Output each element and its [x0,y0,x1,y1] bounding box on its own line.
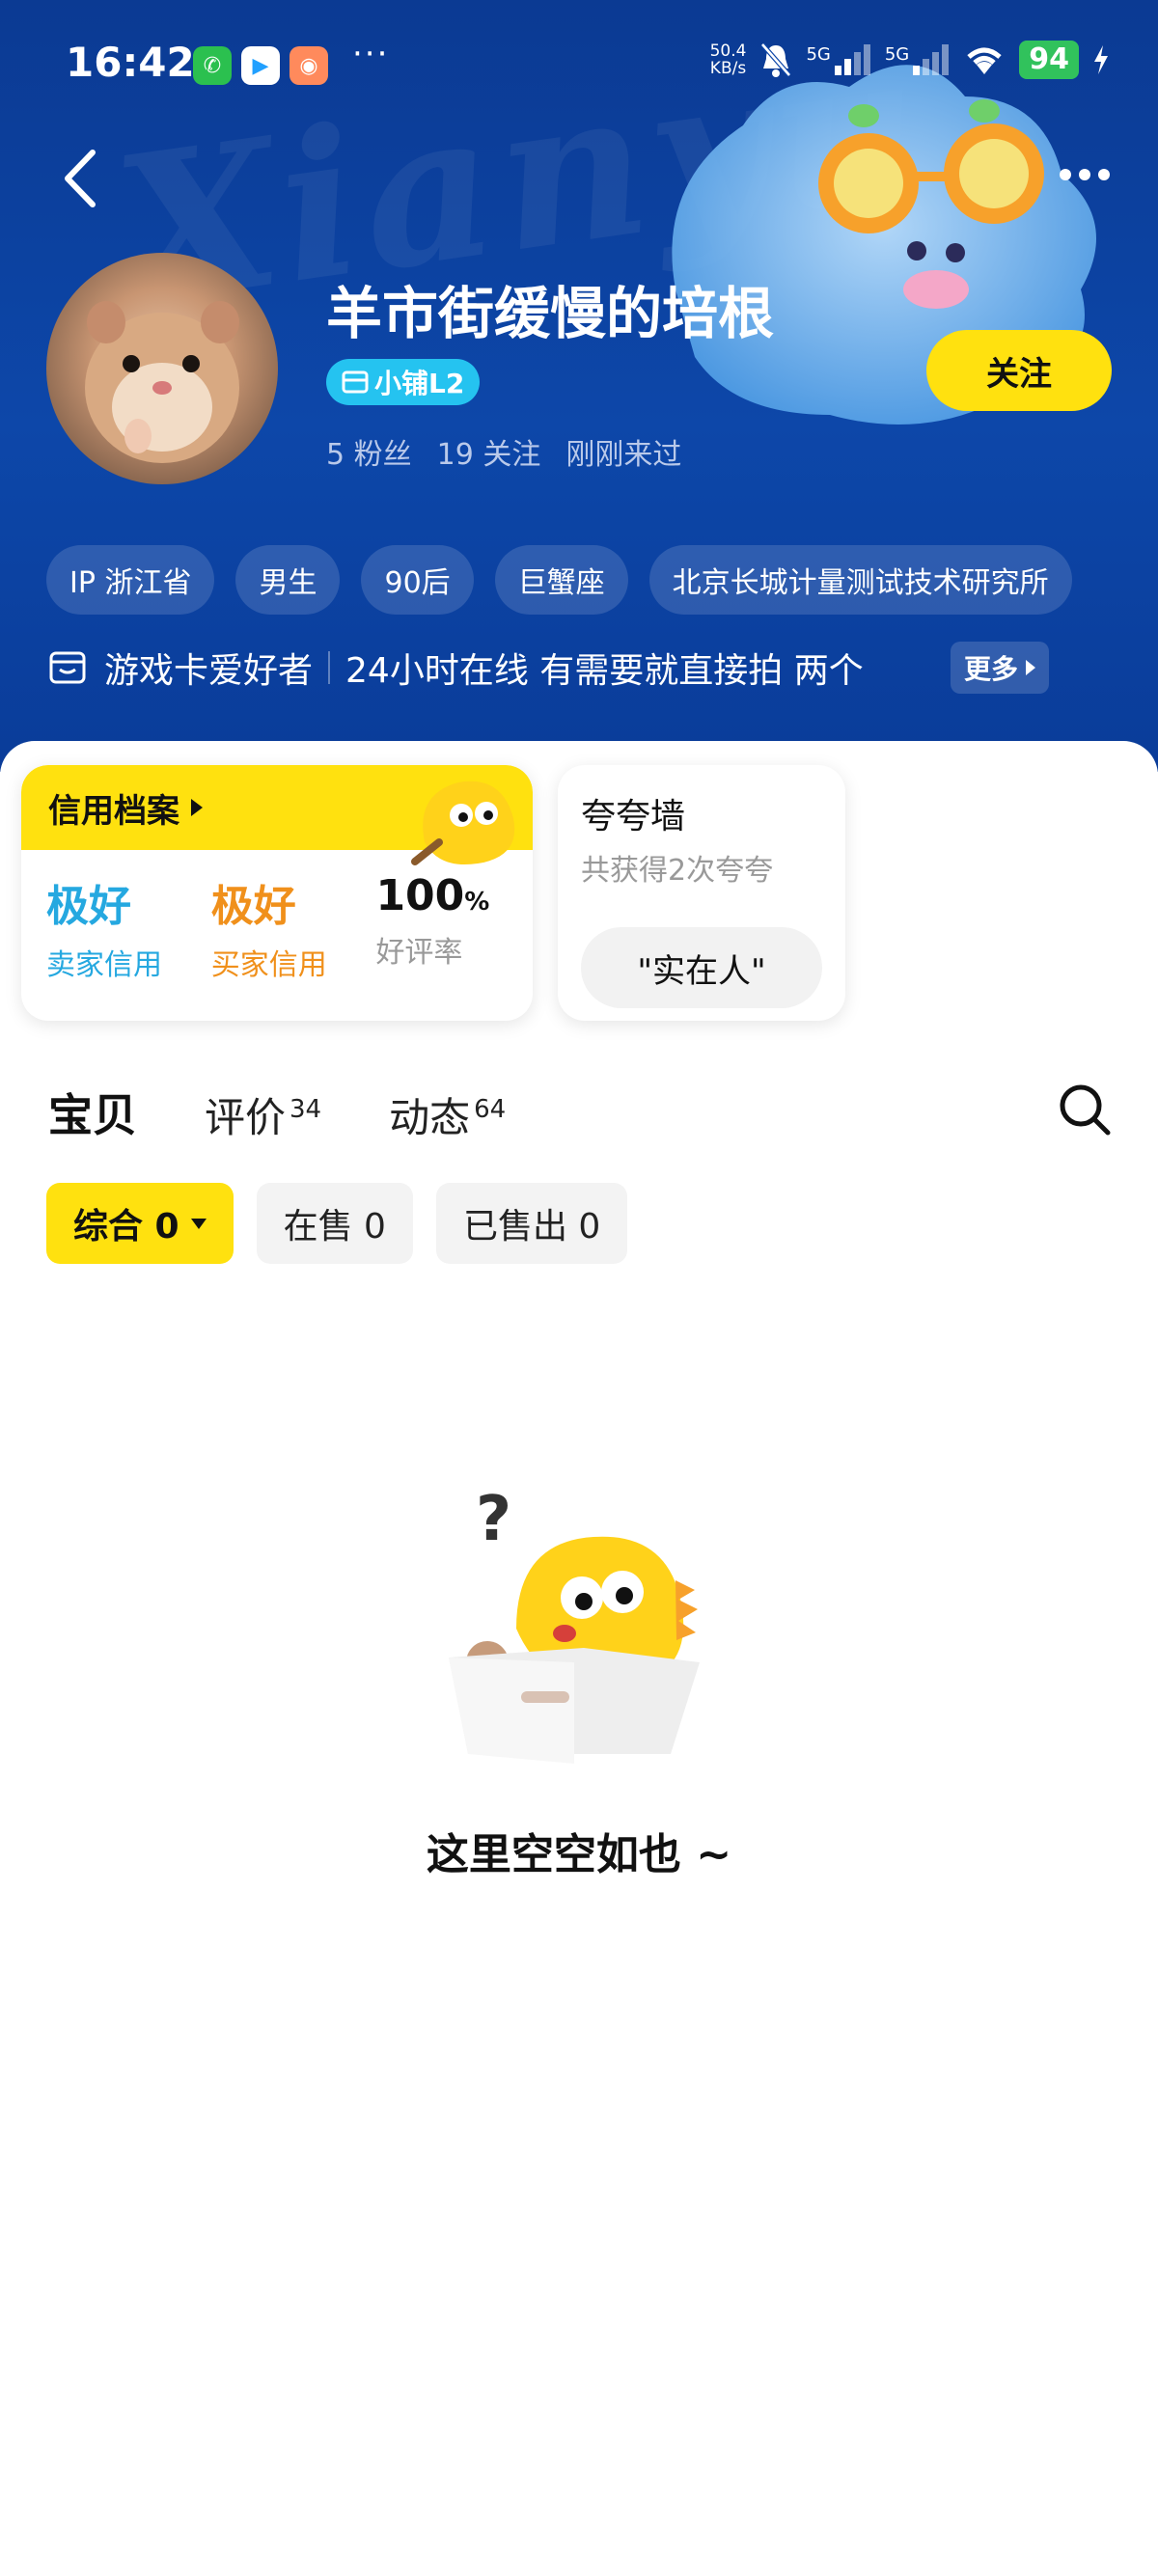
mascot-icon [411,781,515,865]
signal-bars-icon [834,44,870,75]
username: 羊市街缓慢的培根 [326,281,775,346]
wifi-icon [967,47,1002,74]
filter-all[interactable]: 综合 0 [46,1183,234,1264]
tag-generation: 90后 [361,545,474,615]
more-options-icon[interactable] [1060,169,1110,180]
seller-credit-label: 卖家信用 [46,948,162,982]
positive-rate-unit: % [464,888,490,917]
hamster-avatar-image [85,301,239,463]
profile-header: Xianyu 16:42 ✆ ▶ ◉ ··· 50.4 KB/s 5G 5G 9… [0,0,1158,772]
praise-wall-card[interactable]: 夸夸墙 共获得2次夸夸 "实在人" [558,765,845,1021]
praise-chip[interactable]: "实在人" [581,927,822,1008]
tab-reviews[interactable]: 评价 34 [205,1085,321,1144]
buyer-credit-label: 买家信用 [210,948,327,982]
notification-icons: ✆ ▶ ◉ [193,46,328,85]
back-icon[interactable] [56,145,104,212]
buyer-credit: 极好 买家信用 [211,871,376,983]
positive-rate-number: 100 [375,871,465,920]
tag-organization: 北京长城计量测试技术研究所 [648,545,1072,615]
svg-text:?: ? [476,1484,511,1555]
follow-button[interactable]: 关注 [926,330,1112,411]
shop-icon [342,370,369,394]
positive-rate-label: 好评率 [375,936,463,970]
battery-level: 94 [1019,41,1079,79]
praise-title: 夸夸墙 [581,797,686,836]
signal-1-label: 5G [806,44,831,65]
empty-box-illustration: ? [449,1484,700,1764]
mute-bell-icon [760,42,792,77]
tag-zodiac: 巨蟹座 [494,545,628,615]
game-center-icon: ◉ [290,46,328,85]
tab-items[interactable]: 宝贝 [48,1081,137,1144]
storefront-icon [49,651,86,684]
filter-sold[interactable]: 已售出 0 [435,1183,628,1264]
credit-title: 信用档案 [48,791,179,831]
empty-state-text: 这里空空如也 ~ [426,1830,732,1879]
positive-rate-value: 100% [375,871,508,920]
bio-more-label: 更多 [964,653,1019,685]
filter-on-sale[interactable]: 在售 0 [256,1183,413,1264]
status-bar: 16:42 ✆ ▶ ◉ ··· 50.4 KB/s 5G 5G 94 [0,0,1158,125]
content-tabs: 宝贝 评价 34 动态 64 [48,1081,506,1144]
signal-2: 5G [885,44,950,75]
tab-moments-count: 64 [474,1095,507,1124]
positive-rate: 100% 好评率 [375,871,508,983]
profile-tags: IP 浙江省 男生 90后 巨蟹座 北京长城计量测试技术研究所 [46,545,1072,615]
profile-stats: 5 粉丝 19 关注 刚刚来过 [326,430,681,473]
praise-subtitle: 共获得2次夸夸 [581,854,774,888]
tag-ip-location: IP 浙江省 [46,545,215,615]
chevron-down-icon [190,1218,207,1229]
tab-items-label: 宝贝 [48,1089,137,1141]
status-right: 50.4 KB/s 5G 5G 94 [710,41,1110,79]
tab-reviews-count: 34 [290,1095,322,1124]
net-speed-unit: KB/s [709,59,747,78]
caret-right-icon [1026,660,1036,675]
caret-right-icon [191,799,203,816]
bio-divider [328,651,331,684]
signal-2-label: 5G [884,44,910,65]
wechat-icon: ✆ [193,46,232,85]
seller-credit: 极好 卖家信用 [46,871,211,983]
charging-icon [1094,45,1108,74]
net-speed: 50.4 KB/s [710,42,747,77]
fans-count[interactable]: 5 粉丝 [326,430,412,473]
filter-all-label: 综合 0 [73,1207,179,1247]
signal-bars-icon [913,44,950,75]
shop-level-badge[interactable]: 小铺L2 [326,359,481,405]
bio-title: 游戏卡爱好者 [104,651,314,691]
tab-reviews-label: 评价 [205,1094,287,1141]
play-store-icon: ▶ [241,46,280,85]
signal-1: 5G [806,44,870,75]
bio-text: 24小时在线 有需要就直接拍 两个 [345,651,864,691]
credit-profile-card[interactable]: 信用档案 极好 卖家信用 极好 买家信用 100% 好评率 [21,765,533,1021]
buyer-credit-value: 极好 [210,882,296,931]
content-sheet: 信用档案 极好 卖家信用 极好 买家信用 100% 好评率 夸夸墙 共获得2次夸… [0,741,1158,2576]
bio-row: 游戏卡爱好者 24小时在线 有需要就直接拍 两个 更多 [48,637,1129,699]
more-notifications-icon: ··· [352,35,390,73]
net-speed-value: 50.4 [709,41,747,61]
last-seen: 刚刚来过 [565,438,682,472]
badge-label: 小铺L2 [374,368,465,399]
tab-moments-label: 动态 [389,1094,471,1141]
avatar[interactable] [46,253,278,484]
bio-more-button[interactable]: 更多 [951,642,1050,694]
seller-credit-value: 极好 [46,882,131,931]
tag-gender: 男生 [235,545,341,615]
item-filters: 综合 0 在售 0 已售出 0 [46,1183,628,1264]
tab-moments[interactable]: 动态 64 [389,1085,506,1144]
clock: 16:42 [66,39,195,86]
search-icon[interactable] [1056,1081,1114,1138]
following-count[interactable]: 19 关注 [437,430,541,473]
